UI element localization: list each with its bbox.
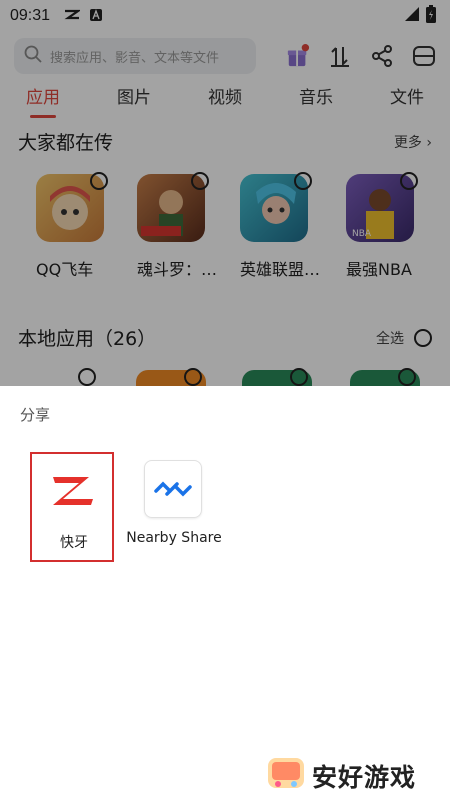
share-target-label: 快牙 bbox=[60, 535, 88, 551]
watermark-text: 安好游戏 bbox=[312, 763, 417, 792]
nearby-share-icon bbox=[144, 460, 202, 518]
dim-overlay[interactable] bbox=[0, 118, 450, 386]
watermark-logo-icon bbox=[266, 754, 306, 798]
share-target-zapya[interactable]: 快牙 bbox=[30, 452, 114, 562]
zapya-icon bbox=[44, 462, 102, 520]
share-target-nearby[interactable]: Nearby Share bbox=[126, 452, 222, 562]
dim-overlay-top[interactable] bbox=[0, 0, 450, 118]
share-sheet-title: 分享 bbox=[20, 406, 51, 424]
site-watermark: 安好游戏 bbox=[266, 752, 450, 800]
share-target-label: Nearby Share bbox=[126, 530, 222, 546]
share-sheet: 分享 快牙 Nearby Share bbox=[0, 386, 450, 800]
